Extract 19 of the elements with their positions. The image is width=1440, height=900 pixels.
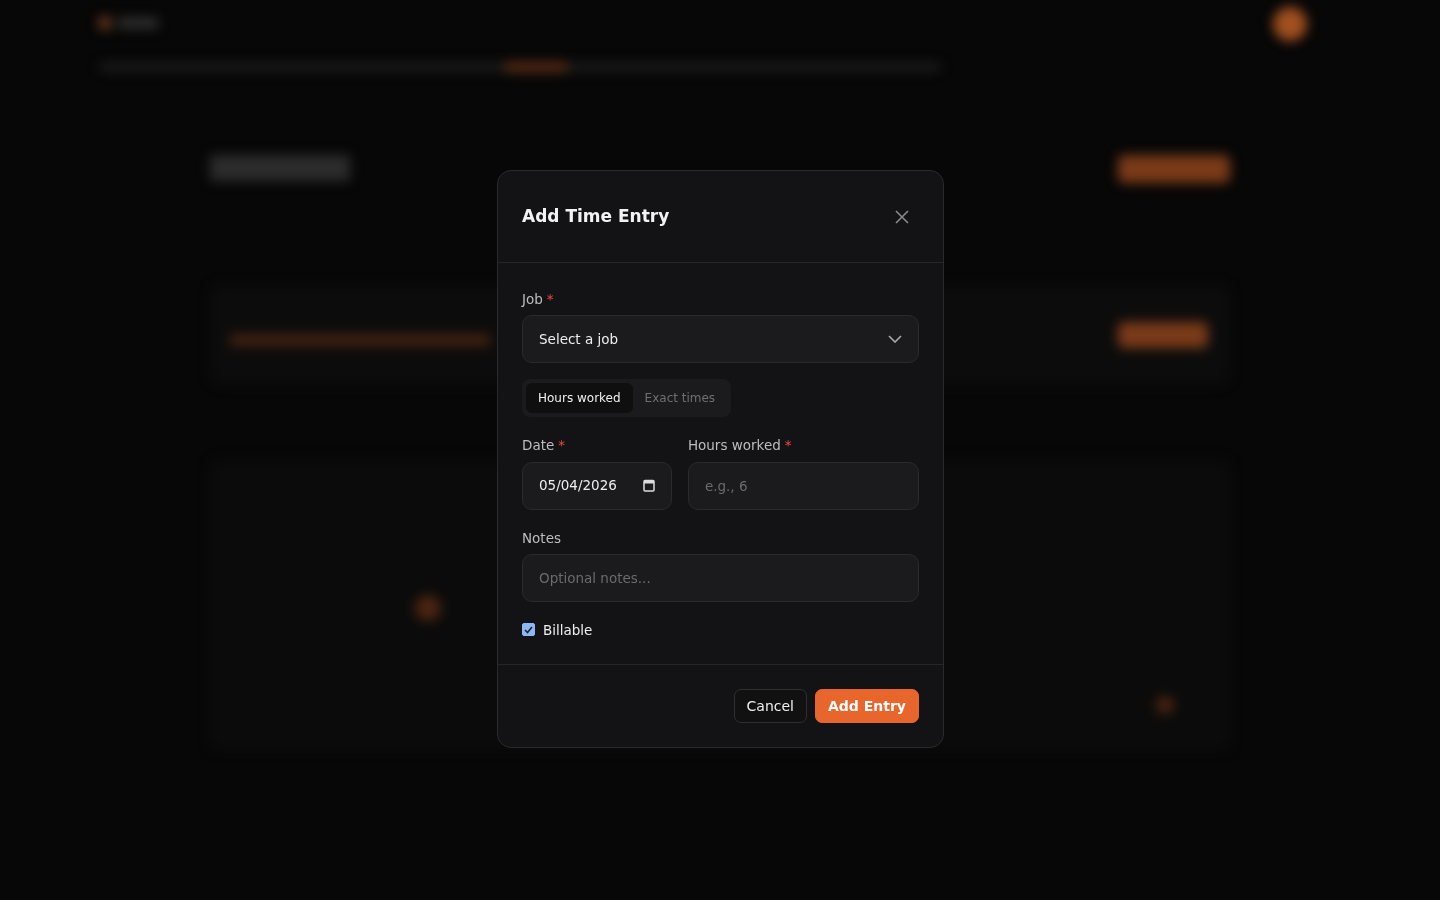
date-field[interactable]: 05/04/2026: [522, 461, 672, 510]
field-label: Notes: [522, 528, 561, 548]
close-icon[interactable]: [895, 209, 909, 224]
hours-input[interactable]: e.g., 6: [687, 461, 919, 510]
field-label: Hours worked: [687, 436, 781, 456]
field-label: Date: [522, 436, 555, 456]
required-mark: *: [558, 436, 566, 456]
calendar-icon[interactable]: [642, 479, 655, 492]
checkbox-label: Billable: [543, 620, 593, 640]
chevron-down-icon: [888, 335, 902, 344]
required-mark: *: [784, 436, 792, 456]
cancel-button[interactable]: Cancel: [733, 689, 807, 723]
billable-checkbox[interactable]: [522, 623, 535, 637]
notes-input[interactable]: Optional notes...: [522, 553, 919, 602]
mode-tab[interactable]: Hours worked: [526, 383, 633, 414]
job-select[interactable]: Select a job: [522, 315, 919, 364]
dialog-title: Add Time Entry: [522, 204, 670, 228]
field-label: Job: [522, 290, 543, 309]
required-mark: *: [546, 290, 554, 309]
